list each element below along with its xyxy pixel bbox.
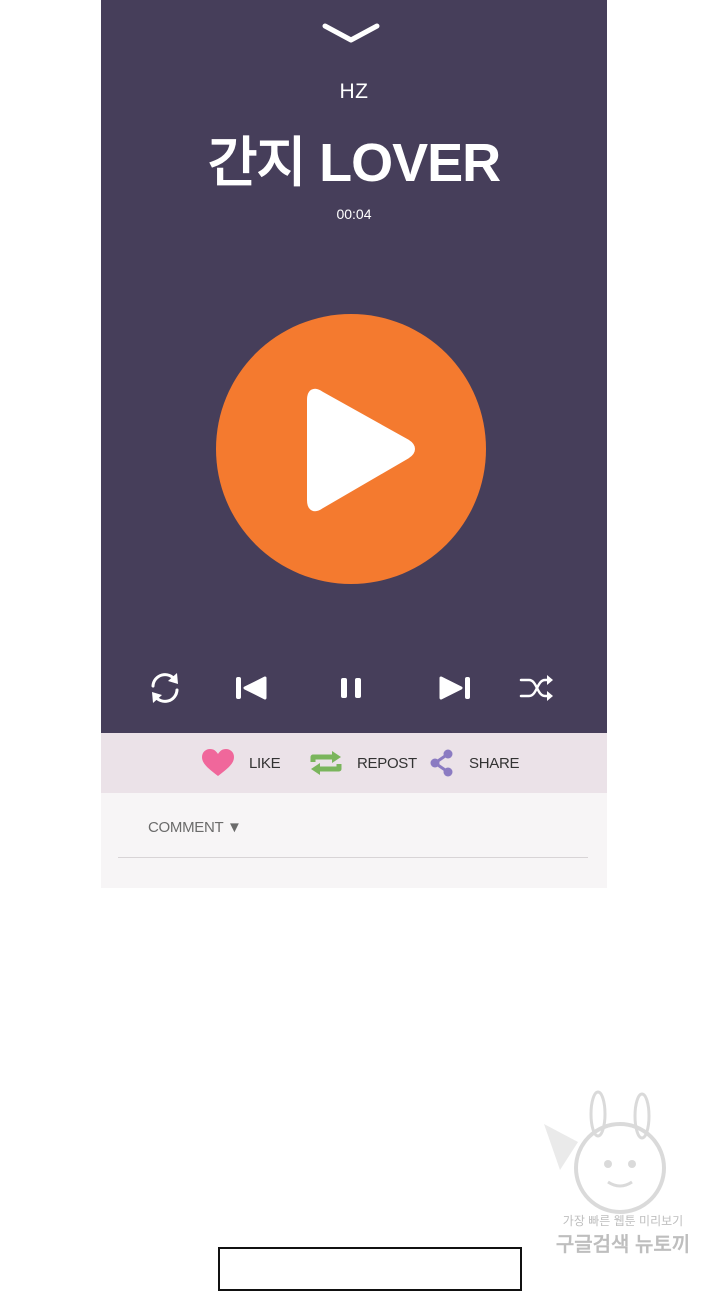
like-button[interactable]: LIKE: [201, 733, 281, 793]
playback-time: 00:04: [336, 206, 372, 222]
next-panel-frame: [218, 1247, 522, 1291]
heart-icon: [202, 749, 234, 776]
next-icon[interactable]: [435, 668, 475, 708]
repost-button[interactable]: REPOST: [309, 733, 417, 793]
play-icon: [307, 388, 415, 512]
watermark-line2: 구글검색 뉴토끼: [555, 1234, 691, 1256]
music-player: HZ 간지 LOVER 00:04: [101, 0, 607, 733]
comment-toggle[interactable]: COMMENT ▼: [148, 819, 242, 836]
watermark-line1: 가장 빠른 웹툰 미리보기: [562, 1214, 684, 1228]
previous-icon[interactable]: [231, 668, 271, 708]
share-label: SHARE: [469, 754, 520, 772]
artist-name: HZ: [339, 80, 369, 103]
like-label: LIKE: [249, 754, 281, 772]
shuffle-icon[interactable]: [517, 668, 557, 708]
watermark: 가장 빠른 웹툰 미리보기 구글검색 뉴토끼: [538, 1086, 708, 1256]
collapse-chevron-icon[interactable]: [321, 18, 381, 48]
repeat-icon[interactable]: [145, 668, 185, 708]
comment-divider: [118, 857, 588, 858]
share-button[interactable]: SHARE: [429, 733, 519, 793]
action-bar: LIKE REPOST SHARE: [101, 733, 607, 793]
comment-section: COMMENT ▼: [101, 793, 607, 888]
watermark-logo-icon: [544, 1090, 666, 1214]
play-button[interactable]: [216, 314, 486, 584]
share-icon: [430, 749, 453, 777]
repost-label: REPOST: [357, 754, 417, 772]
track-title: 간지 LOVER: [207, 133, 501, 193]
repost-icon: [310, 751, 342, 775]
pause-icon[interactable]: [331, 668, 371, 708]
